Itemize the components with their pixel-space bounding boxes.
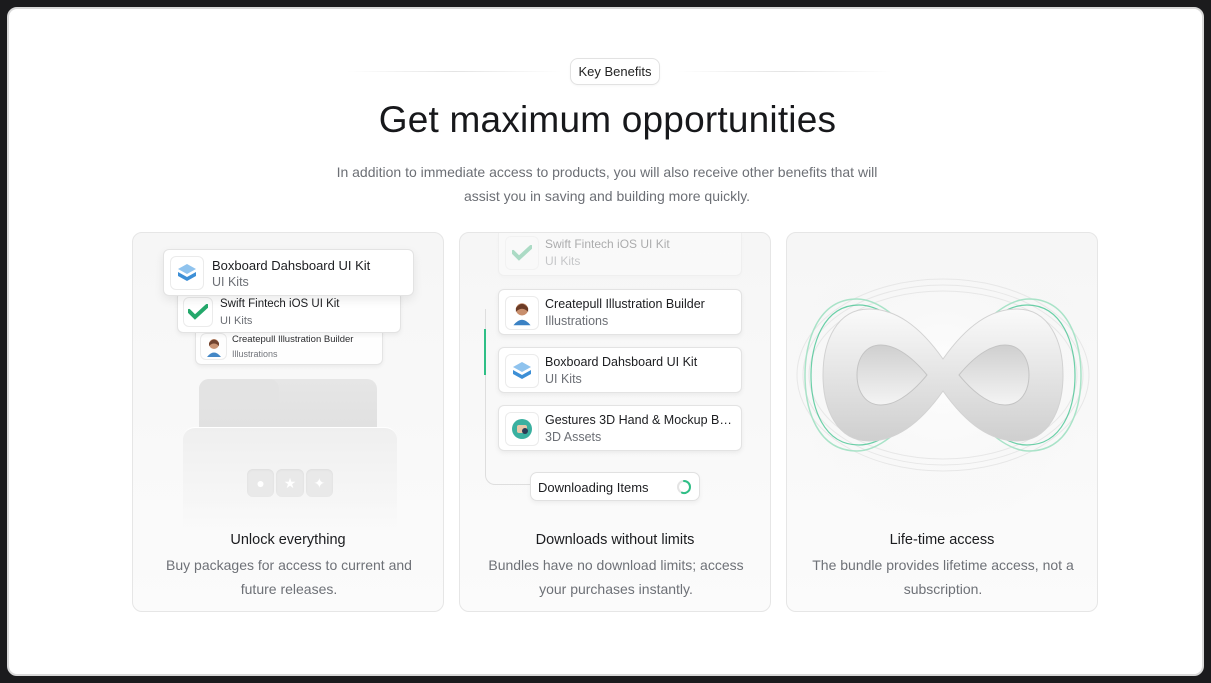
circle-icon: ● <box>247 469 275 497</box>
tree-active-marker <box>484 329 486 375</box>
card-unlock-everything: Createpull Illustration Builder Illustra… <box>132 232 444 612</box>
boxboard-logo-icon <box>505 354 539 388</box>
item-name: Boxboard Dahsboard UI Kit <box>545 355 698 369</box>
list-item: Createpull Illustration Builder Illustra… <box>498 289 742 335</box>
item-category: 3D Assets <box>545 430 602 444</box>
avatar-illustration-icon <box>200 333 227 360</box>
key-benefits-badge: Key Benefits <box>570 58 660 85</box>
item-category: Illustrations <box>545 314 609 328</box>
benefits-section: Key Benefits Get maximum opportunities I… <box>17 9 1198 674</box>
card-description: The bundle provides lifetime access, not… <box>812 557 1074 597</box>
item-category: UI Kits <box>545 254 581 268</box>
folder-badge: ● ★ ✦ <box>247 469 333 497</box>
item-category: UI Kits <box>220 315 253 327</box>
item-category: Illustrations <box>232 349 278 359</box>
avatar-illustration-icon <box>505 296 539 330</box>
item-category: UI Kits <box>212 275 249 289</box>
boxboard-logo-icon <box>170 256 204 290</box>
item-category: UI Kits <box>545 372 582 386</box>
card-title: Life-time access <box>889 532 995 548</box>
browser-frame: Key Benefits Get maximum opportunities I… <box>7 7 1204 676</box>
item-name: Boxboard Dahsboard UI Kit <box>212 258 371 273</box>
list-item: Swift Fintech iOS UI Kit UI Kits <box>177 291 401 333</box>
sparkle-icon: ✦ <box>305 469 333 497</box>
card-title: Unlock everything <box>230 532 346 548</box>
list-item: Swift Fintech iOS UI Kit UI Kits <box>498 233 742 276</box>
list-item: Boxboard Dahsboard UI Kit UI Kits <box>498 347 742 393</box>
section-title: Get maximum opportunities <box>378 99 837 140</box>
card-life-time-access: Life-time access The bundle provides lif… <box>786 232 1098 612</box>
tree-line <box>485 309 531 485</box>
header-divider-left <box>347 71 562 72</box>
item-name: Createpull Illustration Builder <box>545 297 705 311</box>
section-subtitle: In addition to immediate access to produ… <box>336 164 878 204</box>
list-item: Gestures 3D Hand & Mockup Bu… 3D Assets <box>498 405 742 451</box>
star-icon: ★ <box>276 469 304 497</box>
item-name: Gestures 3D Hand & Mockup Bu… <box>545 413 737 427</box>
downloading-items-button[interactable]: Downloading Items <box>530 472 700 501</box>
card-downloads-without-limits: Swift Fintech iOS UI Kit UI Kits Createp… <box>459 232 771 612</box>
swift-logo-icon <box>505 236 539 270</box>
card-description: Bundles have no download limits; access … <box>488 557 744 597</box>
folder-tab <box>199 379 279 409</box>
downloading-label: Downloading Items <box>538 480 649 495</box>
infinity-icon <box>793 233 1093 523</box>
gestures-3d-icon <box>505 412 539 446</box>
card-title: Downloads without limits <box>535 532 695 548</box>
item-name: Createpull Illustration Builder <box>232 334 354 345</box>
item-name: Swift Fintech iOS UI Kit <box>545 237 670 251</box>
spinner-icon <box>676 479 692 498</box>
list-item: Boxboard Dahsboard UI Kit UI Kits <box>163 249 414 296</box>
card-description: Buy packages for access to current and f… <box>166 557 412 597</box>
swift-logo-icon <box>183 297 213 327</box>
item-name: Swift Fintech iOS UI Kit <box>220 298 340 310</box>
header-divider-right <box>677 71 892 72</box>
